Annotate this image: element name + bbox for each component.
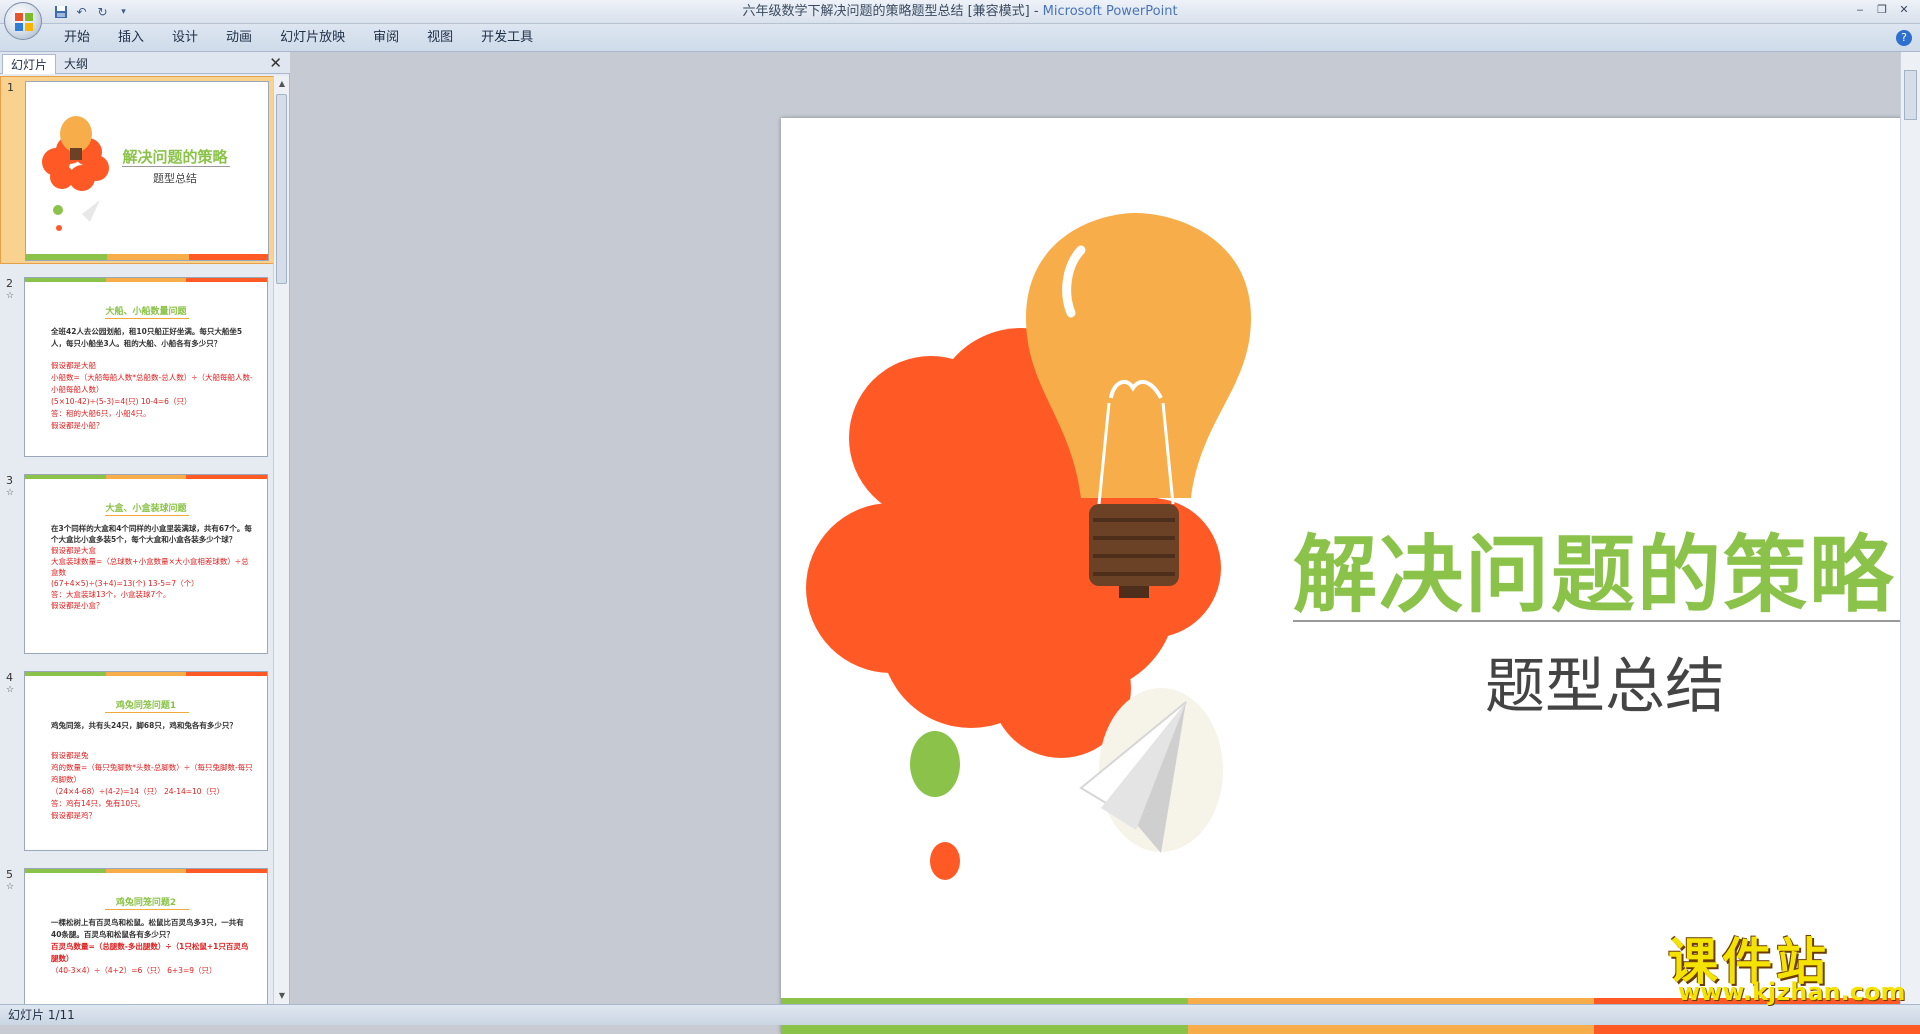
green-dot [910,731,960,797]
tab-insert[interactable]: 插入 [104,24,158,52]
slide-preview: 解决问题的策略 题型总结 [25,81,269,261]
thumb-line: （40-3×4）÷（4+2）=6（只） 6+3=9（只） [51,966,217,975]
slide-number: 4 [6,671,13,684]
slide-preview: 鸡兔同笼问题1 鸡兔同笼，共有头24只，脚68只，鸡和兔各有多少只？ 假设都是兔… [24,671,268,851]
thumb-title: 解决问题的策略 [122,148,228,166]
thumb-subtitle: 题型总结 [153,172,197,185]
thumb-body: 鸡兔同笼，共有头24只，脚68只，鸡和兔各有多少只？ 假设都是兔 鸡的数量=（每… [51,720,253,822]
thumb-title: 大船、小船数量问题 [105,307,187,317]
pane-tabs: 幻灯片 大纲 ✕ [0,52,290,74]
thumb-body: 全班42人去公园划船，租10只船正好坐满。每只大船坐5人，每只小船坐3人。租的大… [51,326,253,432]
thumb-question: 一棵松树上有百灵鸟和松鼠。松鼠比百灵鸟多3只，一共有40条腿。百灵鸟和松鼠各有多… [51,918,244,939]
animation-star-icon: ☆ [6,291,15,301]
thumb-line: （24×4-68）÷(4-2)=14（只） 24-14=10（只） [51,787,225,796]
orange-dot [930,842,960,880]
thumb-question: 鸡兔同笼，共有头24只，脚68只，鸡和兔各有多少只？ [51,721,237,730]
slide-number: 3 [6,474,13,487]
tab-design[interactable]: 设计 [158,24,212,52]
window-title: 六年级数学下解决问题的策略题型总结 [兼容模式] - Microsoft Pow… [0,0,1920,24]
ribbon: 开始 插入 设计 动画 幻灯片放映 审阅 视图 开发工具 ? [0,24,1920,52]
thumbnails-scrollbar[interactable]: ▲ ▼ [273,76,289,1004]
slide-thumbnail-4[interactable]: 4 ☆ 鸡兔同笼问题1 鸡兔同笼，共有头24只，脚68只，鸡和兔各有多少只？ 假… [0,667,274,855]
scroll-up-icon[interactable]: ▲ [274,76,290,92]
status-bar: 幻灯片 1/11 [0,1004,1920,1025]
animation-star-icon: ☆ [6,882,15,892]
slide-thumbnails: 1 解决问题的策略 题型总结 2 ☆ 大船、小船数量问题 全班42人去公园划船，… [0,76,274,1004]
thumb-line: (5×10-42)÷(5-3)=4(只) 10-4=6（只） [51,397,192,406]
window-title-text: 六年级数学下解决问题的策略题型总结 [兼容模式] - [742,4,1043,19]
site-watermark: 课件站 www.kjzhan.com [1668,922,1908,1006]
slide-edit-area: 解决问题的策略 题型总结 [291,52,1920,1034]
thumb-line: 假设都是小盒？ [51,601,104,610]
tab-review[interactable]: 审阅 [359,24,413,52]
thumb-body: 在3个同样的大盒和4个同样的小盒里装满球，共有67个。每个大盒比小盒多装5个，每… [51,523,253,611]
animation-star-icon: ☆ [6,685,15,695]
slide-counter: 幻灯片 1/11 [8,1008,75,1022]
thumb-title: 鸡兔同笼问题2 [115,898,177,908]
slide-title[interactable]: 解决问题的策略 [1293,508,1893,629]
restore-icon[interactable]: ❐ [1872,2,1892,18]
thumb-line: 假设都是大盒 [51,546,96,555]
watermark-url: www.kjzhan.com [1678,978,1906,1006]
thumb-line: 假设都是兔 [51,751,89,760]
slide-scrollbar-thumb[interactable] [1904,70,1917,120]
thumb-title: 大盒、小盒装球问题 [105,504,187,514]
close-pane-icon[interactable]: ✕ [269,54,282,72]
slide-scrollbar[interactable] [1900,52,1920,1004]
office-button[interactable] [4,2,42,40]
animation-star-icon: ☆ [6,488,15,498]
slide-preview: 鸡兔同笼问题2 一棵松树上有百灵鸟和松鼠。松鼠比百灵鸟多3只，一共有40条腿。百… [24,868,268,1004]
tab-view[interactable]: 视图 [413,24,467,52]
thumb-line: 鸡的数量=（每只兔脚数*头数-总脚数）÷（每只兔脚数-每只鸡脚数） [51,763,253,784]
tab-outline[interactable]: 大纲 [56,54,96,74]
app-name: Microsoft PowerPoint [1042,4,1178,19]
slide-preview: 大盒、小盒装球问题 在3个同样的大盒和4个同样的小盒里装满球，共有67个。每个大… [24,474,268,654]
minimize-icon[interactable]: ‒ [1850,2,1870,18]
slide-number: 1 [7,81,14,94]
thumb-line: 假设都是鸡？ [51,811,96,820]
thumb-line: 答：租的大船6只，小船4只。 [51,409,151,418]
help-icon[interactable]: ? [1896,30,1912,46]
thumb-title: 鸡兔同笼问题1 [115,701,177,711]
slides-pane: 幻灯片 大纲 ✕ 1 解决问题的策略 题型总结 2 ☆ 大船、小船数量问题 全班… [0,52,290,1004]
office-logo-icon [15,13,33,31]
thumb-line: 答：大盒装球13个，小盒装球7个。 [51,590,171,599]
ribbon-tabs: 开始 插入 设计 动画 幻灯片放映 审阅 视图 开发工具 [50,24,547,52]
tab-animations[interactable]: 动画 [212,24,266,52]
tab-home[interactable]: 开始 [50,24,104,52]
tab-developer[interactable]: 开发工具 [467,24,547,52]
thumb-line: 答：鸡有14只，兔有10只。 [51,799,146,808]
slide-preview: 大船、小船数量问题 全班42人去公园划船，租10只船正好坐满。每只大船坐5人，每… [24,277,268,457]
thumb-line: 大盒装球数量=（总球数+小盒数量×大小盒相差球数）÷总盒数 [51,557,249,577]
slide-number: 2 [6,277,13,290]
slide-number: 5 [6,868,13,881]
thumb-line: 假设都是大船 [51,361,96,370]
tab-slideshow[interactable]: 幻灯片放映 [266,24,359,52]
close-icon[interactable]: ✕ [1894,2,1914,18]
thumb-line: 百灵鸟数量=（总腿数-多出腿数）÷（1只松鼠+1只百灵鸟腿数） [51,942,249,963]
scroll-down-icon[interactable]: ▼ [274,988,290,1004]
slide-thumbnail-1[interactable]: 1 解决问题的策略 题型总结 [0,76,274,264]
thumb-line: (67+4×5)÷(3+4)=13(个) 13-5=7（个） [51,579,199,588]
thumb-question: 在3个同样的大盒和4个同样的小盒里装满球，共有67个。每个大盒比小盒多装5个，每… [51,524,252,544]
thumb-question: 全班42人去公园划船，租10只船正好坐满。每只大船坐5人，每只小船坐3人。租的大… [51,327,243,348]
scrollbar-thumb[interactable] [276,94,287,284]
title-bar: ↶ ↻ ▾ 六年级数学下解决问题的策略题型总结 [兼容模式] - Microso… [0,0,1920,24]
thumb-body: 一棵松树上有百灵鸟和松鼠。松鼠比百灵鸟多3只，一共有40条腿。百灵鸟和松鼠各有多… [51,917,253,977]
current-slide[interactable]: 解决问题的策略 题型总结 [781,118,1920,1034]
slide-thumbnail-2[interactable]: 2 ☆ 大船、小船数量问题 全班42人去公园划船，租10只船正好坐满。每只大船坐… [0,273,274,461]
thumb-line: 假设都是小船？ [51,421,104,430]
window-controls: ‒ ❐ ✕ [1850,2,1914,18]
tab-slides[interactable]: 幻灯片 [2,54,57,74]
thumb-line: 小船数=（大船每船人数*总船数-总人数）÷（大船每船人数-小船每船人数） [51,373,253,394]
title-divider [1293,620,1917,622]
slide-thumbnail-5[interactable]: 5 ☆ 鸡兔同笼问题2 一棵松树上有百灵鸟和松鼠。松鼠比百灵鸟多3只，一共有40… [0,864,274,1004]
slide-thumbnail-3[interactable]: 3 ☆ 大盒、小盒装球问题 在3个同样的大盒和4个同样的小盒里装满球，共有67个… [0,470,274,658]
slide-subtitle[interactable]: 题型总结 [1293,638,1917,725]
